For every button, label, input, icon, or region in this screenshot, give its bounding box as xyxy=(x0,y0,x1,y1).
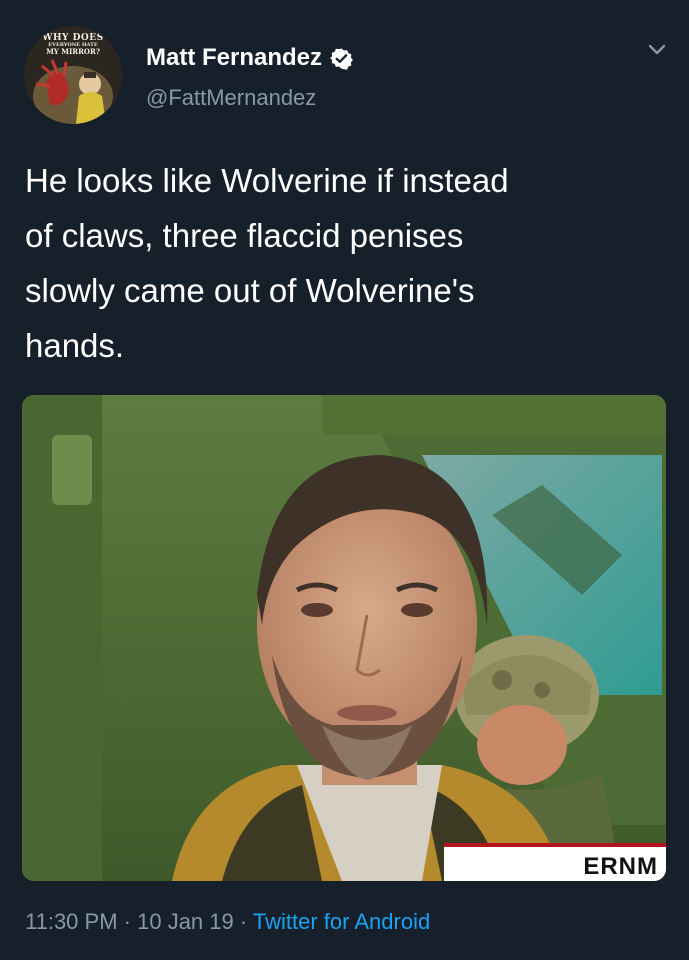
tweet-media-image[interactable]: ERNM xyxy=(22,395,666,881)
tweet-time[interactable]: 11:30 PM xyxy=(25,909,118,934)
news-chyron: ERNM xyxy=(444,843,666,881)
avatar[interactable]: WHY DOES EVERYONE HATE MY MIRROR? xyxy=(24,26,122,124)
author-handle[interactable]: @FattMernandez xyxy=(146,85,316,111)
author-name-row: Matt Fernandez xyxy=(146,44,353,72)
chevron-down-icon[interactable] xyxy=(643,36,671,64)
meta-separator: · xyxy=(117,909,138,934)
tweet-metadata: 11:30 PM · 10 Jan 19 · Twitter for Andro… xyxy=(25,908,430,936)
avatar-caption: WHY DOES EVERYONE HATE MY MIRROR? xyxy=(24,34,122,56)
media-photo xyxy=(22,395,666,881)
avatar-caption-line1: WHY DOES xyxy=(42,33,104,43)
verified-badge-icon xyxy=(330,47,353,70)
avatar-caption-line3: MY MIRROR? xyxy=(46,47,100,56)
author-display-name[interactable]: Matt Fernandez xyxy=(146,44,322,72)
meta-separator: · xyxy=(233,909,253,934)
tweet-text: He looks like Wolverine if instead of cl… xyxy=(25,162,509,364)
tweet-card: WHY DOES EVERYONE HATE MY MIRROR? Matt F… xyxy=(0,0,689,960)
tweet-source-link[interactable]: Twitter for Android xyxy=(253,909,430,934)
tweet-date[interactable]: 10 Jan 19 xyxy=(137,909,234,934)
